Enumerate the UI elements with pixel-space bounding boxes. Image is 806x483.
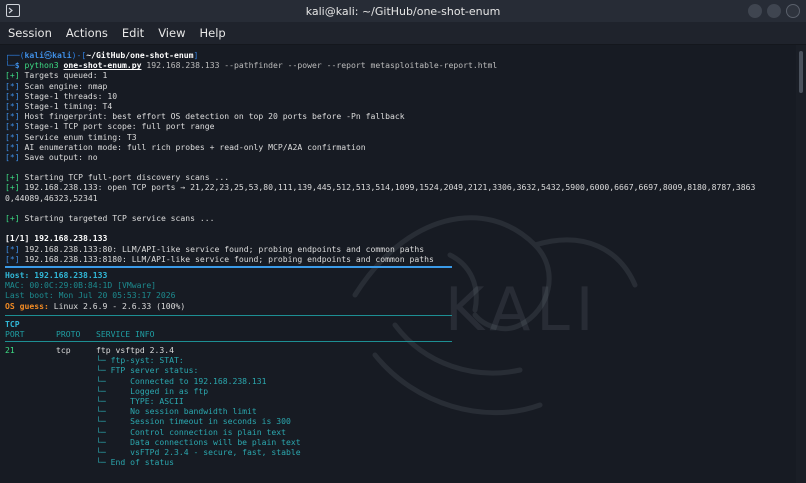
minimize-button[interactable]	[748, 4, 762, 18]
vertical-scrollbar[interactable]	[796, 45, 806, 483]
divider	[5, 314, 452, 316]
detail-line: └─ Control connection is plain text	[96, 426, 287, 437]
terminal-icon	[6, 4, 20, 17]
terminal-output[interactable]: KALI ┌──(kali㉿kali)-[~/GitHub/one-shot-e…	[0, 45, 796, 483]
log-line: [+] 192.168.238.133: open TCP ports → 21…	[5, 182, 756, 193]
progress-line: [1/1] 192.168.238.133	[5, 233, 108, 244]
menu-session[interactable]: Session	[8, 26, 52, 40]
title-bar: kali@kali: ~/GitHub/one-shot-enum	[0, 0, 806, 22]
divider	[5, 265, 452, 268]
section-tcp: TCP	[5, 318, 20, 329]
log-line: [*] AI enumeration mode: full rich probe…	[5, 141, 366, 152]
detail-line: └─ Logged in as ftp	[96, 385, 209, 396]
table-header: PORT PROTO SERVICE INFO	[5, 328, 155, 339]
log-line: [*] Stage-1 timing: T4	[5, 100, 113, 111]
log-line: [+] Starting targeted TCP service scans …	[5, 213, 215, 223]
os-line: OS guess: Linux 2.6.9 - 2.6.33 (100%)	[5, 300, 186, 311]
detail-line: └─ vsFTPd 2.3.4 - secure, fast, stable	[96, 446, 301, 457]
log-line: [*] Stage-1 TCP port scope: full port ra…	[5, 121, 215, 132]
divider	[5, 341, 452, 343]
detail-line: └─ Session timeout in seconds is 300	[96, 416, 291, 427]
log-line: [+] Starting TCP full-port discovery sca…	[5, 172, 230, 183]
log-line: 0,44089,46323,52341	[5, 192, 98, 203]
prompt-line: ┌──(kali㉿kali)-[~/GitHub/one-shot-enum]	[5, 50, 199, 60]
detail-line: └─ FTP server status:	[96, 365, 199, 376]
boot-line: Last boot: Mon Jul 20 05:53:17 2026	[5, 290, 176, 301]
log-line: [*] Service enum timing: T3	[5, 131, 137, 142]
host-line: Host: 192.168.238.133	[5, 269, 108, 280]
close-button[interactable]	[786, 4, 800, 18]
scrollbar-thumb[interactable]	[799, 51, 803, 93]
log-line: [*] 192.168.238.133:80: LLM/API-like ser…	[5, 243, 425, 254]
mac-line: MAC: 00:0C:29:0B:84:1D [VMware]	[5, 280, 157, 291]
terminal-window: kali@kali: ~/GitHub/one-shot-enum Sessio…	[0, 0, 806, 483]
log-line: [*] Scan engine: nmap	[5, 80, 108, 91]
menu-help[interactable]: Help	[199, 26, 225, 40]
detail-line: └─ TYPE: ASCII	[96, 396, 184, 406]
menu-actions[interactable]: Actions	[66, 26, 108, 40]
menu-bar: Session Actions Edit View Help	[0, 22, 806, 45]
window-title: kali@kali: ~/GitHub/one-shot-enum	[305, 4, 501, 18]
detail-line: └─ Data connections will be plain text	[96, 436, 301, 447]
detail-line: └─ No session bandwidth limit	[96, 406, 257, 417]
command-line: └─$ python3 one-shot-enum.py 192.168.238…	[5, 60, 498, 71]
maximize-button[interactable]	[767, 4, 781, 18]
detail-line: └─ End of status	[96, 457, 174, 468]
detail-line: └─ ftp-syst: STAT:	[96, 355, 184, 366]
log-line: [*] 192.168.238.133:8180: LLM/API-like s…	[5, 253, 434, 264]
log-line: [*] Stage-1 threads: 10	[5, 90, 118, 101]
log-line: [*] Save output: no	[5, 151, 98, 162]
table-row: 21 tcp ftp vsftpd 2.3.4	[5, 345, 174, 356]
detail-line: └─ Connected to 192.168.238.131	[96, 375, 267, 386]
menu-edit[interactable]: Edit	[122, 26, 144, 40]
log-line: [+] Targets queued: 1	[5, 70, 108, 81]
menu-view[interactable]: View	[158, 26, 185, 40]
log-line: [*] Host fingerprint: best effort OS det…	[5, 111, 405, 122]
